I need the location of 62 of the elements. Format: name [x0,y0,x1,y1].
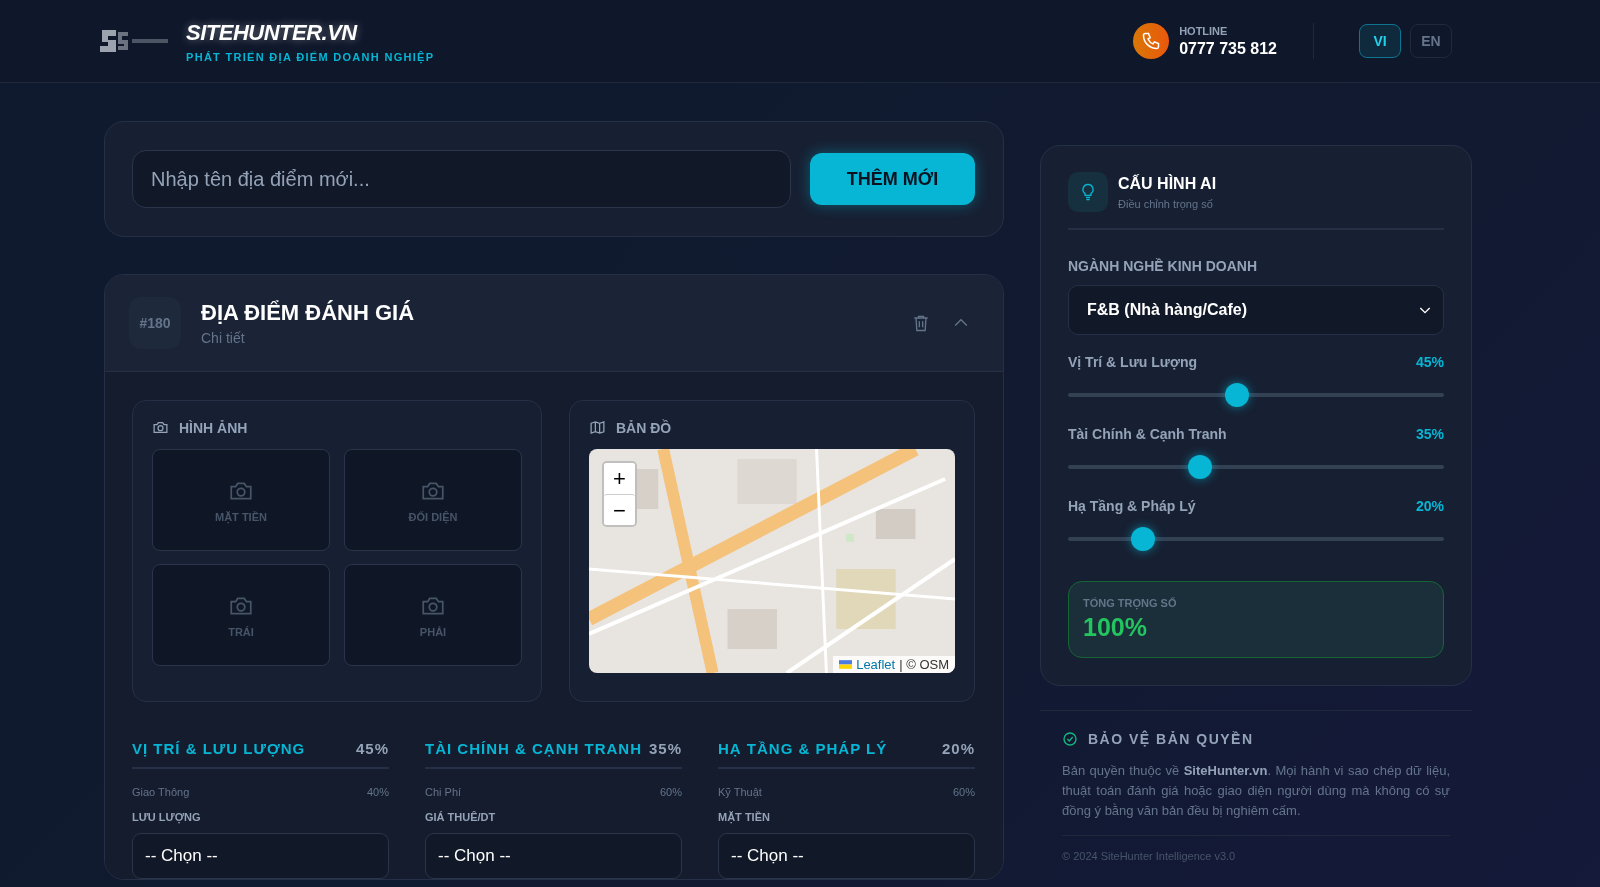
lightbulb-icon [1068,172,1108,212]
location-subtitle: Chi tiết [201,330,246,346]
select-field[interactable]: -- Chọn -- [425,833,682,879]
map-attribution: | © OSM [899,657,949,672]
sub-criteria-label: Chi Phí [425,786,462,798]
weight-label: Hạ Tầng & Pháp Lý [1068,498,1196,514]
add-button[interactable]: THÊM MỚI [810,153,975,205]
check-badge-icon [1062,731,1078,747]
weight-value: 20% [1415,498,1444,514]
field-label: LƯU LƯỢNG [132,811,202,823]
copyright-footer: © 2024 SiteHunter Intelligence v3.0 [1062,835,1450,862]
zoom-out-button[interactable]: − [604,494,635,525]
weight-slider[interactable] [1068,527,1444,551]
camera-icon [152,419,169,436]
slider-thumb[interactable] [1187,455,1212,479]
weight-value: 35% [1415,426,1444,442]
brand-tagline: PHÁT TRIỂN ĐỊA ĐIỂM DOANH NGHIỆP [186,50,435,63]
weight-slider[interactable] [1068,455,1444,479]
sub-criteria-label: Kỹ Thuật [718,786,762,798]
location-number: #180 [129,297,181,349]
copyright-text: Bản quyền thuộc về SiteHunter.vn. Mọi hành vi sao chép dữ liệu, thuật toán đánh giá hoặc giao diện người dùng mà không có sự đồng ý bằng văn bản đều bị nghiêm cấm. [1062,762,1450,820]
weight-label: Vị Trí & Lưu Lượng [1068,354,1197,370]
criteria-title: TÀI CHÍNH & CẠNH TRANH [425,740,642,757]
phone-icon [1133,23,1170,59]
industry-label: NGÀNH NGHỀ KINH DOANH [1068,258,1258,274]
field-label: GIÁ THUÊ/DT [425,811,497,823]
criteria-weight: 45% [355,740,389,757]
hotline-label: HOTLINE [1179,24,1229,37]
weight-value: 45% [1415,354,1444,370]
config-subtitle: Điều chỉnh trọng số [1118,197,1214,210]
criteria-weight: 20% [941,740,975,757]
sub-criteria-weight: 40% [366,786,389,798]
criteria-weight: 35% [648,740,682,757]
language-button[interactable]: VI [1359,24,1401,58]
sub-criteria-weight: 60% [952,786,975,798]
trash-icon[interactable] [911,313,931,333]
panel-title: BẢN ĐỒ [616,419,672,436]
map-icon [589,419,606,436]
sub-criteria-label: Giao Thông [132,786,190,798]
config-title: CẤU HÌNH AI [1118,174,1217,193]
sub-criteria-weight: 60% [659,786,682,798]
location-name-input[interactable]: Nhập tên địa điểm mới... [132,150,791,208]
brand-title: SITEHUNTER.VN [186,19,359,46]
panel-title: HÌNH ẢNH [179,419,248,436]
slider-thumb[interactable] [1131,527,1156,551]
select-field[interactable]: -- Chọn -- [718,833,975,879]
leaflet-link[interactable]: Leaflet [856,657,896,672]
language-button[interactable]: EN [1410,24,1452,58]
location-title: ĐỊA ĐIỂM ĐÁNH GIÁ [201,300,415,326]
criteria-title: VỊ TRÍ & LƯU LƯỢNG [132,740,306,757]
weight-slider[interactable] [1068,383,1444,407]
flag-icon [839,660,853,669]
total-label: TỔNG TRỌNG SỐ [1083,597,1178,609]
field-label: MẶT TIỀN [718,811,771,823]
industry-select[interactable]: F&B (Nhà hàng/Cafe) [1068,285,1444,335]
copyright-title: BẢO VỆ BẢN QUYỀN [1088,731,1254,747]
weight-label: Tài Chính & Cạnh Tranh [1068,426,1227,442]
criteria-title: HẠ TẦNG & PHÁP LÝ [718,740,888,757]
hotline-number: 0777 735 812 [1179,39,1277,58]
slider-thumb[interactable] [1225,383,1250,407]
select-field[interactable]: -- Chọn -- [132,833,389,879]
total-value: 100% [1083,613,1148,642]
